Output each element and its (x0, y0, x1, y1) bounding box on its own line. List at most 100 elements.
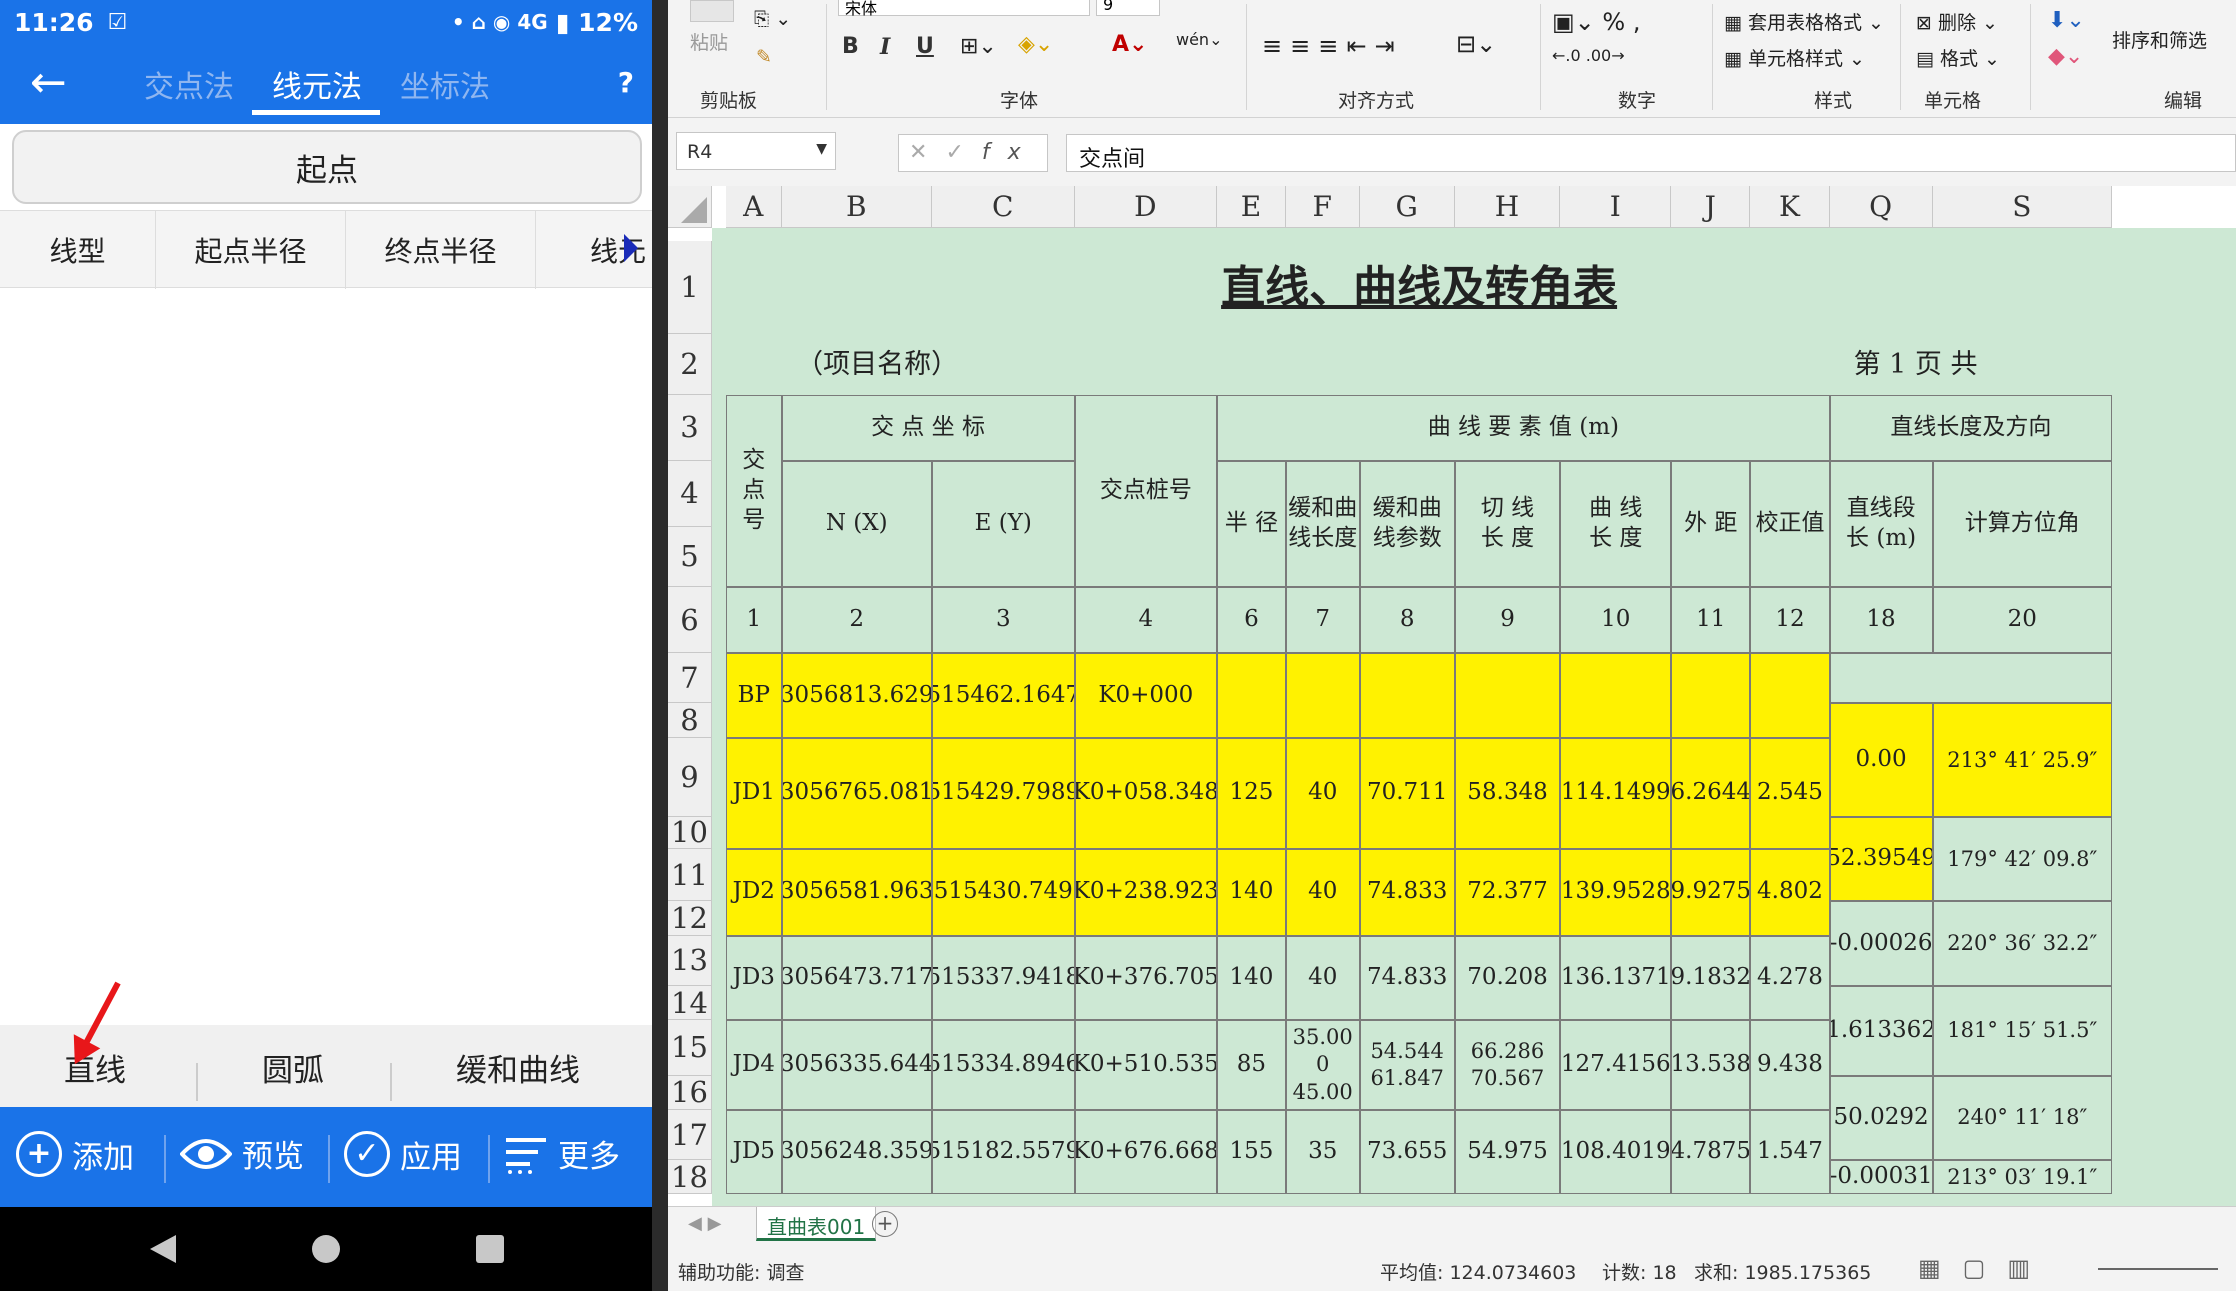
data-cell-ls[interactable]: 40 (1285, 935, 1360, 1021)
data-cell-n[interactable]: 3056813.629 (781, 653, 932, 738)
column-header-Q[interactable]: Q (1829, 186, 1933, 228)
sheet-tab-active[interactable]: 直曲表001 (756, 1207, 877, 1241)
column-header-K[interactable]: K (1750, 186, 1830, 228)
data-cell-t[interactable]: 70.208 (1454, 935, 1561, 1021)
row-header-8[interactable]: 8 (668, 703, 712, 738)
data-cell-r[interactable]: 140 (1217, 935, 1286, 1021)
insert-function-icon[interactable]: fx (982, 140, 1039, 165)
data-cell-pile[interactable]: K0+238.923 (1074, 848, 1218, 936)
data-cell-e[interactable]: 515334.8946 (932, 1020, 1075, 1110)
data-cell-t[interactable]: 58.348 (1454, 737, 1561, 849)
tab-coordinate-method[interactable]: 坐标法 (400, 62, 490, 106)
header-ey[interactable]: E (Y) (932, 460, 1075, 588)
data-cell-pile[interactable]: K0+000 (1074, 653, 1218, 738)
zoom-slider[interactable] (2098, 1268, 2218, 1270)
data-cell-q[interactable]: 4.802 (1750, 848, 1830, 936)
data-cell-ext[interactable]: 9.1832 (1671, 935, 1751, 1021)
azimuth-cell[interactable]: 213° 03′ 19.1″ (1932, 1160, 2113, 1195)
column-header-I[interactable]: I (1560, 186, 1672, 228)
data-cell-a[interactable]: 70.711 (1359, 737, 1455, 849)
header-tangent-length[interactable]: 切 线 长 度 (1454, 460, 1561, 588)
table-format-button[interactable]: ▦ 套用表格格式 ⌄ (1724, 8, 1884, 35)
start-point-button[interactable]: 起点 (12, 130, 642, 204)
row-header-13[interactable]: 13 (668, 935, 712, 986)
data-cell-n[interactable]: 3056765.081 (781, 737, 932, 849)
tab-line-element-method[interactable]: 线元法 (272, 62, 362, 106)
format-button[interactable]: ▤ 格式 ⌄ (1916, 44, 2000, 71)
header-nx[interactable]: N (X) (781, 460, 932, 588)
column-number-cell[interactable]: 1 (726, 587, 782, 654)
line-length-cell[interactable]: 52.39549 (1829, 816, 1933, 902)
data-cell-jd[interactable]: JD4 (726, 1020, 782, 1110)
add-sheet-icon[interactable]: + (872, 1211, 898, 1237)
data-cell-pile[interactable]: K0+676.668 (1074, 1110, 1218, 1195)
name-box[interactable]: R4 ▼ (676, 132, 836, 170)
data-cell-ext[interactable]: 6.2644 (1671, 737, 1751, 849)
data-cell-l[interactable]: 127.4156 (1560, 1020, 1672, 1110)
column-number-cell[interactable]: 9 (1454, 587, 1561, 654)
header-pile-number[interactable]: 交点桩号 (1074, 394, 1218, 588)
line-length-cell[interactable]: 0.00 (1829, 703, 1933, 817)
accessibility-status[interactable]: 辅助功能: 调查 (678, 1258, 804, 1285)
nav-home-icon[interactable] (312, 1235, 340, 1263)
tab-intersection-method[interactable]: 交点法 (144, 62, 234, 106)
percent-icon[interactable]: ▣⌄ % , (1552, 8, 1640, 36)
column-number-cell[interactable]: 12 (1750, 587, 1830, 654)
header-line-length-direction[interactable]: 直线长度及方向 (1829, 394, 2113, 461)
column-header-H[interactable]: H (1454, 186, 1561, 228)
align-icons[interactable]: ≡≡≡⇤⇥ (1262, 32, 1403, 60)
data-cell-t[interactable]: 66.286 70.567 (1454, 1020, 1561, 1110)
column-number-cell[interactable]: 3 (932, 587, 1075, 654)
column-header-C[interactable]: C (932, 186, 1075, 228)
data-cell-q[interactable]: 1.547 (1750, 1110, 1830, 1195)
column-number-cell[interactable]: 6 (1217, 587, 1286, 654)
row-header-14[interactable]: 14 (668, 986, 712, 1021)
row-header-15[interactable]: 15 (668, 1020, 712, 1076)
line-length-cell[interactable]: -0.00026 (1829, 901, 1933, 986)
column-number-cell[interactable]: 11 (1671, 587, 1751, 654)
column-number-cell[interactable]: 20 (1932, 587, 2113, 654)
data-cell-n[interactable]: 3056581.963 (781, 848, 932, 936)
column-number-cell[interactable]: 8 (1359, 587, 1455, 654)
azimuth-cell[interactable]: 240° 11′ 18″ (1932, 1075, 2113, 1161)
data-cell-r[interactable]: 125 (1217, 737, 1286, 849)
phonetic-icon[interactable]: wén⌄ (1176, 30, 1222, 49)
line-spacer-cell[interactable] (1829, 653, 2113, 704)
column-header-J[interactable]: J (1671, 186, 1751, 228)
data-cell-jd[interactable]: JD1 (726, 737, 782, 849)
data-cell-ext[interactable]: 4.7875 (1671, 1110, 1751, 1195)
row-header-18[interactable]: 18 (668, 1160, 712, 1195)
sheet-title[interactable]: 直线、曲线及转角表 (726, 241, 2112, 333)
data-cell-a[interactable]: 54.544 61.847 (1359, 1020, 1455, 1110)
cell-style-button[interactable]: ▦ 单元格样式 ⌄ (1724, 44, 1865, 71)
cancel-icon[interactable]: ✕ (909, 140, 945, 165)
data-cell-pile[interactable]: K0+376.705 (1074, 935, 1218, 1021)
line-length-cell[interactable]: -0.00031 (1829, 1160, 1933, 1195)
data-cell-pile[interactable]: K0+510.535 (1074, 1020, 1218, 1110)
data-cell-n[interactable]: 3056248.359 (781, 1110, 932, 1195)
data-cell-l[interactable] (1560, 653, 1672, 738)
data-cell-e[interactable]: 515337.9418 (932, 935, 1075, 1021)
data-cell-e[interactable]: 515429.7989 (932, 737, 1075, 849)
font-name-box[interactable]: 宋体 (838, 0, 1090, 18)
bold-icon[interactable]: B (842, 34, 859, 59)
data-cell-ls[interactable]: 40 (1285, 848, 1360, 936)
header-coordinates[interactable]: 交 点 坐 标 (781, 394, 1075, 461)
delete-button[interactable]: ⊠ 删除 ⌄ (1916, 8, 1998, 35)
row-header-11[interactable]: 11 (668, 848, 712, 902)
data-cell-q[interactable]: 4.278 (1750, 935, 1830, 1021)
segment-transition-curve[interactable]: 缓和曲线 (456, 1045, 580, 1090)
data-cell-ls[interactable] (1285, 653, 1360, 738)
row-header-9[interactable]: 9 (668, 737, 712, 817)
sort-filter-button[interactable]: 排序和筛选 (2112, 26, 2207, 53)
font-color-icon[interactable]: A⌄ (1112, 32, 1147, 57)
header-azimuth[interactable]: 计算方位角 (1932, 460, 2113, 588)
header-curve-length[interactable]: 曲 线 长 度 (1560, 460, 1672, 588)
row-header-2[interactable]: 2 (668, 333, 712, 395)
data-cell-ext[interactable] (1671, 653, 1751, 738)
sheet-nav-icon[interactable]: ◀ ▶ (688, 1213, 721, 1234)
merge-center-icon[interactable]: ⊟⌄ (1456, 30, 1496, 58)
column-number-cell[interactable]: 4 (1074, 587, 1218, 654)
data-cell-a[interactable]: 74.833 (1359, 848, 1455, 936)
paste-button[interactable]: 粘贴 (690, 28, 728, 55)
